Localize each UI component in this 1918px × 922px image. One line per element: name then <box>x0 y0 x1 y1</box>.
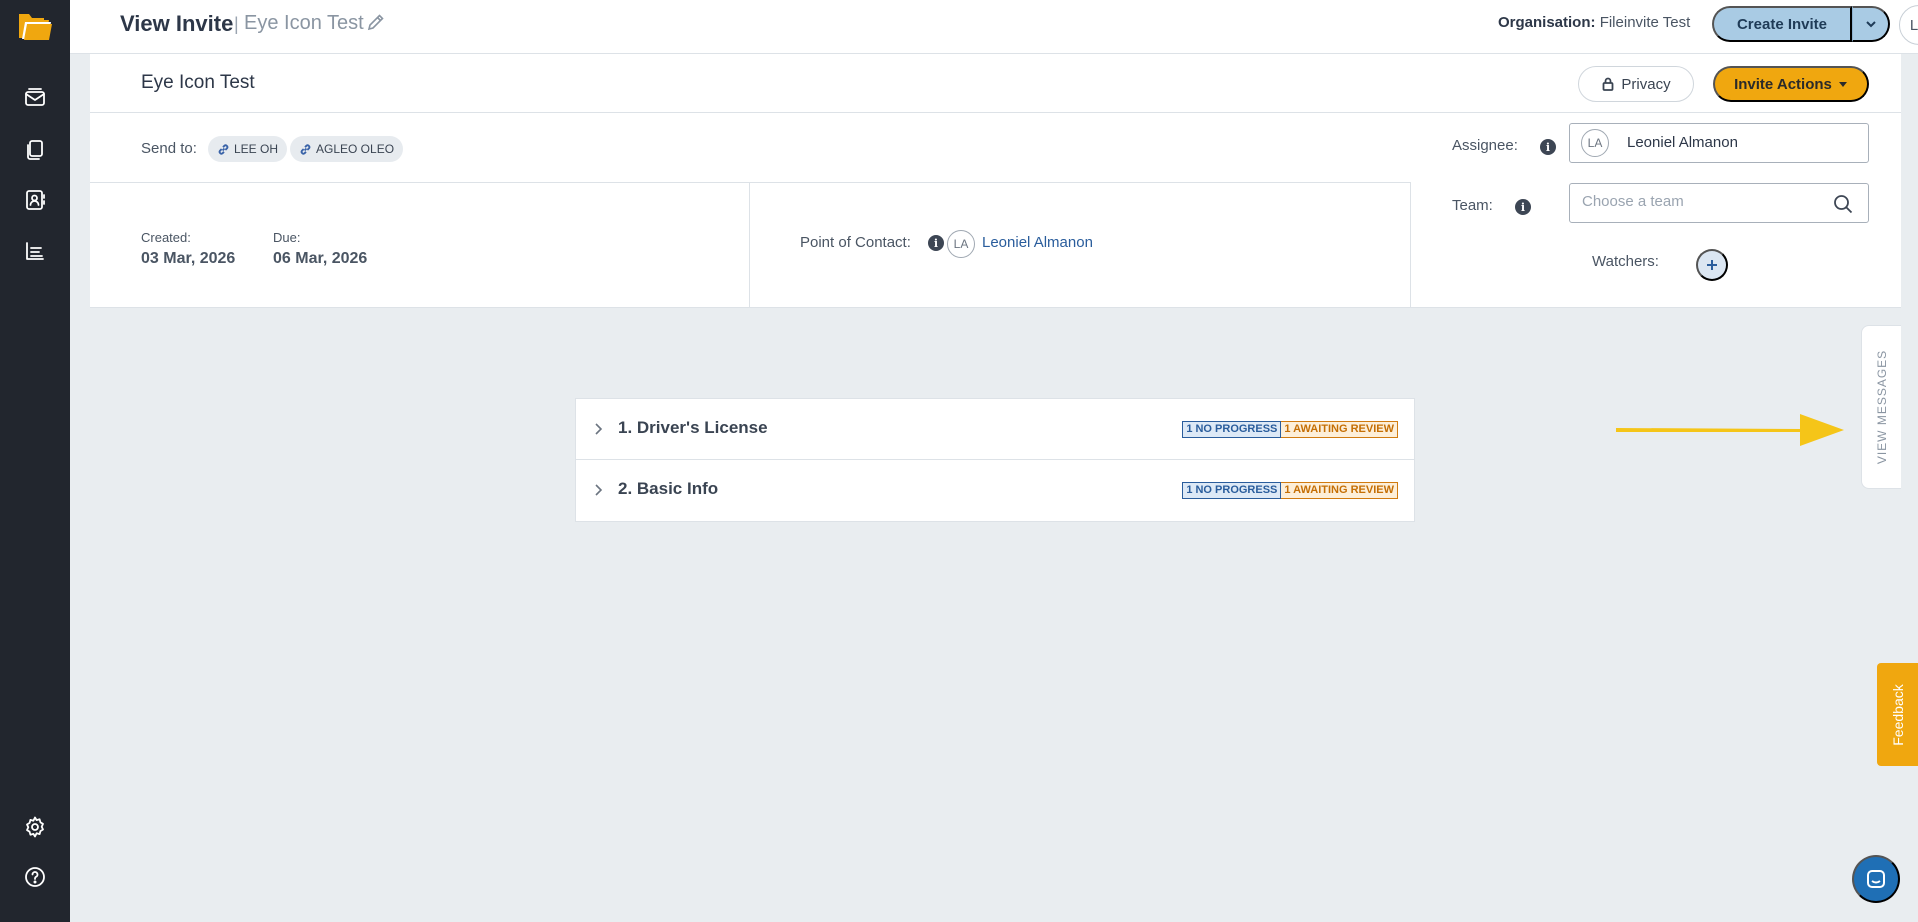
chat-icon <box>1867 870 1885 888</box>
documents-icon[interactable] <box>22 137 48 163</box>
organisation-label: Organisation: <box>1498 14 1596 31</box>
info-icon[interactable]: i <box>1540 139 1556 155</box>
main-content: Eye Icon Test Privacy Invite Actions Sen… <box>90 54 1901 922</box>
no-progress-badge: 1 NO PROGRESS <box>1182 421 1282 438</box>
folder-logo-icon[interactable] <box>17 8 53 42</box>
send-to-label: Send to: <box>141 140 197 157</box>
assignment-panel: Assignee: i LA Leoniel Almanon Team: i W… <box>1412 113 1901 308</box>
created-label: Created: <box>141 230 191 245</box>
send-to-row: Send to: LEE OH AGLEO OLEO <box>90 113 1411 183</box>
invite-actions-button[interactable]: Invite Actions <box>1713 66 1869 102</box>
recipient-name: AGLEO OLEO <box>316 142 395 156</box>
chevron-right-icon[interactable] <box>590 421 606 437</box>
info-icon[interactable]: i <box>1515 199 1531 215</box>
invite-title: Eye Icon Test <box>141 72 255 93</box>
chevron-down-icon <box>1865 21 1876 28</box>
assignee-label: Assignee: <box>1452 137 1518 154</box>
recipient-name: LEE OH <box>234 142 279 156</box>
awaiting-review-badge: 1 AWAITING REVIEW <box>1281 482 1398 499</box>
top-bar: View Invite | Eye Icon Test Organisation… <box>70 0 1918 54</box>
chevron-right-icon[interactable] <box>590 482 606 498</box>
invite-name: Eye Icon Test <box>244 12 364 34</box>
contacts-icon[interactable] <box>22 187 48 213</box>
invite-info-card: Send to: LEE OH AGLEO OLEO Created: 03 M… <box>90 113 1901 308</box>
link-icon <box>300 143 311 155</box>
view-messages-label: VIEW MESSAGES <box>1874 349 1889 465</box>
plus-icon <box>1707 260 1717 270</box>
caret-down-icon <box>1838 82 1847 87</box>
title-separator: | <box>234 14 239 34</box>
pencil-edit-icon[interactable] <box>366 12 388 34</box>
recipient-chip[interactable]: AGLEO OLEO <box>290 136 404 162</box>
dates-section: Created: 03 Mar, 2026 Due: 06 Mar, 2026 <box>90 183 750 308</box>
create-invite-dropdown[interactable] <box>1852 6 1890 42</box>
contact-avatar: LA <box>947 230 975 258</box>
section-title: 1. Driver's License <box>618 418 768 437</box>
lock-icon <box>1603 77 1614 91</box>
no-progress-badge: 1 NO PROGRESS <box>1182 482 1282 499</box>
status-badges: 1 NO PROGRESS 1 AWAITING REVIEW <box>1182 421 1398 438</box>
chat-support-button[interactable] <box>1852 855 1900 903</box>
recipient-chip[interactable]: LEE OH <box>208 136 288 162</box>
due-label: Due: <box>273 230 301 245</box>
privacy-label: Privacy <box>1621 75 1671 93</box>
organisation-name: Fileinvite Test <box>1599 14 1691 31</box>
due-date: 06 Mar, 2026 <box>273 250 368 267</box>
add-watcher-button[interactable] <box>1696 249 1728 281</box>
invite-actions-label: Invite Actions <box>1734 75 1832 93</box>
invite-header: Eye Icon Test Privacy Invite Actions <box>90 54 1901 113</box>
feedback-label: Feedback <box>1889 683 1906 746</box>
point-of-contact-link[interactable]: Leoniel Almanon <box>982 234 1093 251</box>
assignee-avatar: LA <box>1581 129 1609 157</box>
info-icon[interactable]: i <box>928 235 944 251</box>
status-badges: 1 NO PROGRESS 1 AWAITING REVIEW <box>1182 482 1398 499</box>
create-invite-button[interactable]: Create Invite <box>1712 6 1852 42</box>
section-row[interactable]: 1. Driver's License 1 NO PROGRESS 1 AWAI… <box>576 399 1414 460</box>
assignee-field[interactable]: LA Leoniel Almanon <box>1569 123 1869 163</box>
team-field <box>1569 183 1869 223</box>
point-of-contact-label: Point of Contact: <box>800 234 911 251</box>
privacy-button[interactable]: Privacy <box>1578 66 1694 102</box>
gear-icon[interactable] <box>22 814 48 840</box>
sidebar <box>0 0 70 922</box>
annotation-arrow-icon <box>1616 414 1844 446</box>
user-avatar[interactable]: LA <box>1899 5 1918 45</box>
awaiting-review-badge: 1 AWAITING REVIEW <box>1281 421 1398 438</box>
team-label: Team: <box>1452 197 1493 214</box>
section-row[interactable]: 2. Basic Info 1 NO PROGRESS 1 AWAITING R… <box>576 460 1414 521</box>
created-date: 03 Mar, 2026 <box>141 250 236 267</box>
mail-icon[interactable] <box>22 85 48 111</box>
reports-icon[interactable] <box>22 238 48 264</box>
team-search-input[interactable] <box>1582 193 1812 210</box>
link-icon <box>218 143 229 155</box>
help-icon[interactable] <box>22 864 48 890</box>
organisation-info: Organisation: Fileinvite Test <box>1498 14 1690 31</box>
sections-list: 1. Driver's License 1 NO PROGRESS 1 AWAI… <box>575 398 1415 522</box>
page-title: View Invite <box>120 11 234 36</box>
view-messages-tab[interactable]: VIEW MESSAGES <box>1861 325 1901 489</box>
feedback-tab[interactable]: Feedback <box>1877 663 1918 766</box>
search-icon[interactable] <box>1832 193 1854 215</box>
assignee-name: Leoniel Almanon <box>1627 134 1738 151</box>
section-title: 2. Basic Info <box>618 479 719 498</box>
point-of-contact-section: Point of Contact: i LA Leoniel Almanon <box>750 183 1411 308</box>
watchers-label: Watchers: <box>1592 253 1659 270</box>
